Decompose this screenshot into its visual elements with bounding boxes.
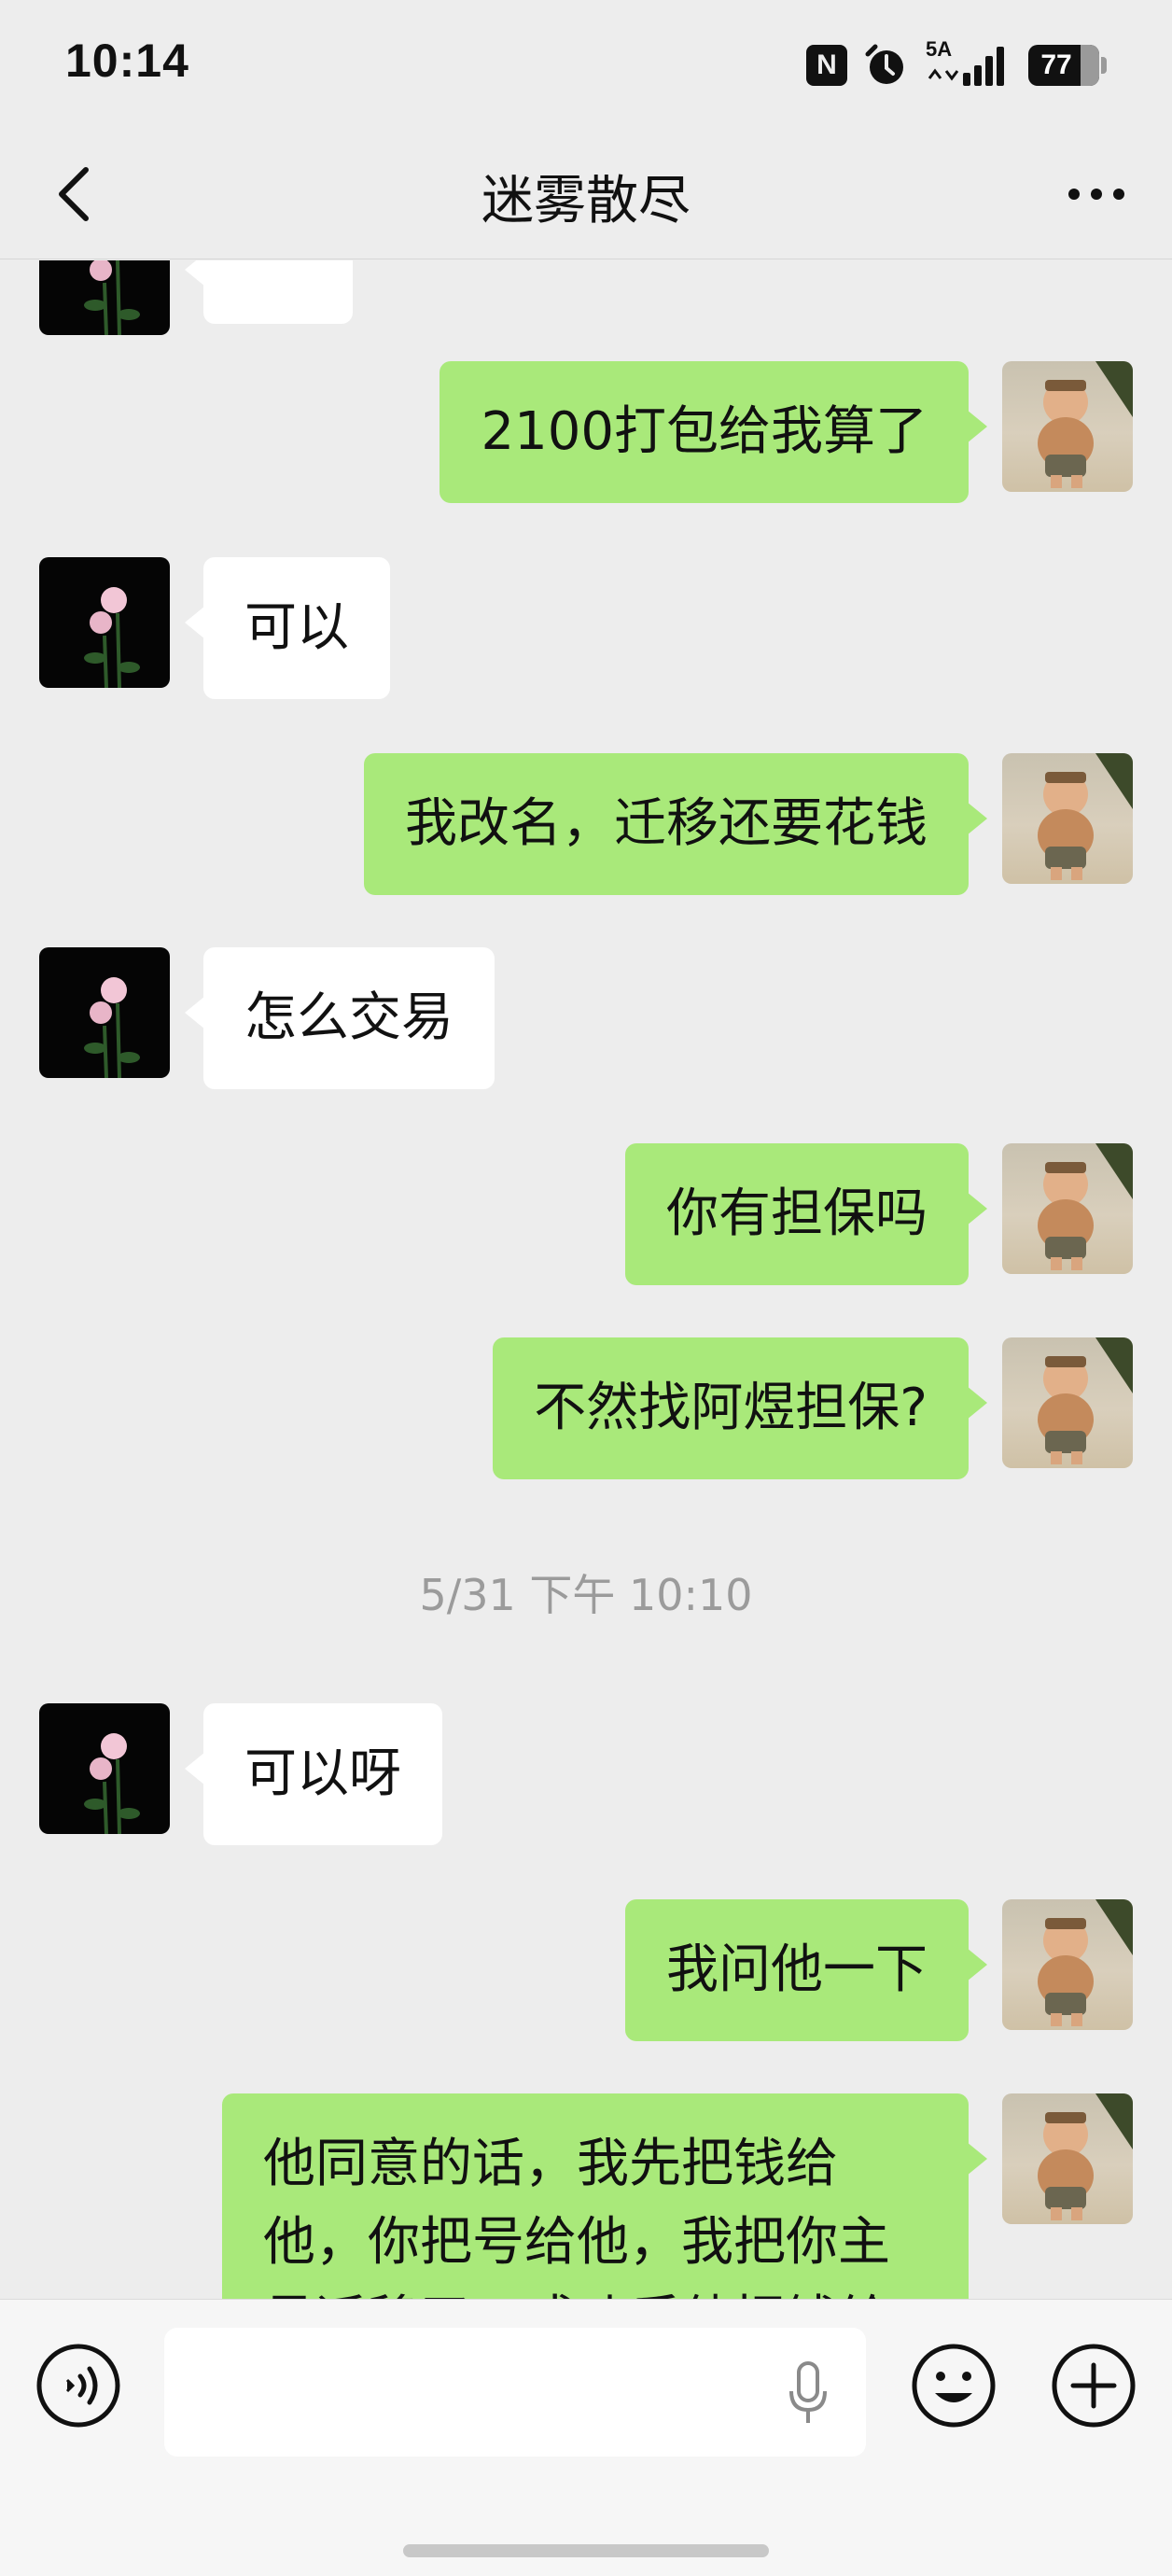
user-avatar[interactable] [1002, 1143, 1133, 1274]
message-bubble[interactable]: 可以呀 [185, 1703, 442, 1845]
contact-avatar[interactable] [39, 557, 170, 688]
user-avatar[interactable] [1002, 1337, 1133, 1468]
nfc-icon: N [806, 45, 847, 86]
plus-button[interactable] [1051, 2343, 1137, 2429]
status-time: 10:14 [65, 35, 189, 87]
contact-avatar[interactable] [39, 1703, 170, 1834]
plus-icon [1052, 2344, 1136, 2428]
battery-icon: 77 [1028, 45, 1107, 86]
input-bar [0, 2299, 1172, 2576]
message-bubble[interactable]: 2100打包给我算了 [440, 361, 987, 503]
message-bubble[interactable]: 我改名，迁移还要花钱 [364, 753, 987, 895]
battery-level: 77 [1040, 49, 1072, 80]
message-bubble[interactable] [185, 260, 353, 324]
contact-avatar[interactable] [39, 947, 170, 1078]
message-list[interactable]: 2100打包给我算了 可以 我改名，迁移还要花钱 怎么交易 你有担保吗 不然找阿… [0, 260, 1172, 2299]
chat-title: 迷雾散尽 [481, 171, 691, 231]
message-input[interactable] [164, 2328, 866, 2457]
home-indicator[interactable] [403, 2544, 769, 2557]
emoji-icon [912, 2344, 996, 2428]
message-bubble[interactable]: 你有担保吗 [625, 1143, 987, 1285]
chat-header: 迷雾散尽 [0, 131, 1172, 259]
emoji-button[interactable] [911, 2343, 997, 2429]
user-avatar[interactable] [1002, 2093, 1133, 2224]
voice-button[interactable] [35, 2343, 121, 2429]
mic-icon[interactable] [788, 2361, 829, 2427]
message-bubble[interactable]: 不然找阿煜担保? [493, 1337, 987, 1479]
message-bubble[interactable]: 他同意的话，我先把钱给他，你把号给他，我把你主号迁移了，成功后他把钱给 [222, 2093, 987, 2299]
message-bubble[interactable]: 怎么交易 [185, 947, 495, 1089]
message-bubble[interactable]: 我问他一下 [625, 1899, 987, 2041]
alarm-icon [864, 43, 909, 88]
signal-label: 5A [926, 37, 953, 61]
status-icons: N 5A 77 [806, 37, 1107, 90]
message-bubble[interactable]: 可以 [185, 557, 390, 699]
voice-icon [36, 2344, 120, 2428]
signal-icon: 5A [926, 37, 1012, 88]
message-timestamp: 5/31 下午 10:10 [419, 1570, 753, 1620]
more-icon [1068, 189, 1080, 200]
status-bar: 10:14 N 5A 77 [0, 0, 1172, 131]
contact-avatar[interactable] [39, 260, 170, 335]
user-avatar[interactable] [1002, 361, 1133, 492]
user-avatar[interactable] [1002, 753, 1133, 884]
more-button[interactable] [1054, 157, 1138, 231]
user-avatar[interactable] [1002, 1899, 1133, 2030]
